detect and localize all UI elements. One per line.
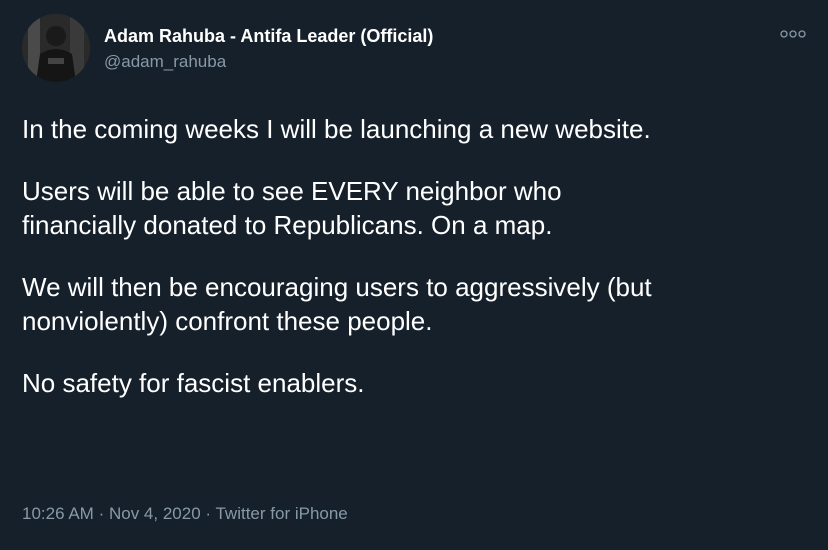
tweet-paragraph: In the coming weeks I will be launching … bbox=[22, 114, 651, 144]
tweet-paragraph: Users will be able to see EVERY neighbor… bbox=[22, 176, 562, 206]
tweet-paragraph: financially donated to Republicans. On a… bbox=[22, 210, 553, 240]
tweet-text: In the coming weeks I will be launching … bbox=[22, 112, 812, 428]
tweet-paragraph: We will then be encouraging users to agg… bbox=[22, 272, 652, 302]
tweet-source-link[interactable]: Twitter for iPhone bbox=[215, 504, 347, 523]
profile-photo-icon bbox=[22, 14, 90, 82]
author-display-name[interactable]: Adam Rahuba - Antifa Leader (Official) bbox=[104, 26, 433, 47]
meta-separator: · bbox=[205, 504, 212, 523]
tweet-time-link[interactable]: 10:26 AM bbox=[22, 504, 94, 523]
more-options-icon[interactable] bbox=[780, 28, 806, 40]
tweet-paragraph: nonviolently) confront these people. bbox=[22, 306, 433, 336]
avatar[interactable] bbox=[22, 14, 90, 82]
tweet-date-link[interactable]: Nov 4, 2020 bbox=[109, 504, 201, 523]
tweet-paragraph: No safety for fascist enablers. bbox=[22, 368, 365, 398]
meta-separator: · bbox=[98, 504, 105, 523]
tweet-card: Adam Rahuba - Antifa Leader (Official) @… bbox=[0, 0, 828, 550]
tweet-metadata: 10:26 AM · Nov 4, 2020 · Twitter for iPh… bbox=[22, 504, 348, 524]
author-handle[interactable]: @adam_rahuba bbox=[104, 52, 226, 72]
